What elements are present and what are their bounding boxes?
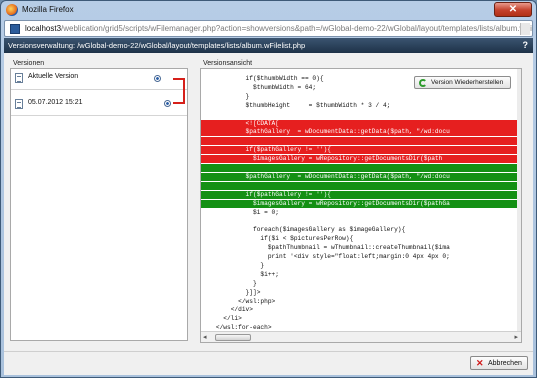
version-view-panel: if($thumbWidth == 0){ $thumbWidth = 64; … [200,68,522,343]
scroll-left-icon[interactable]: ◂ [203,333,207,341]
horizontal-scrollbar[interactable]: ◂ ▸ [201,331,521,342]
document-icon [15,73,23,83]
scroll-thumb[interactable] [215,334,251,341]
version-label: Aktuelle Version [28,73,79,80]
vertical-scrollbar[interactable] [517,69,521,331]
footer-divider [4,351,533,352]
code-line-ctx: $thumbHeight = $thumbWidth * 3 / 4; [201,101,391,109]
dialog-header: Versionsverwaltung: /wGlobal-demo-22/wGl… [4,38,533,53]
code-line-add: if($pathGallery != ''){ [201,190,519,199]
code-line-ctx [201,111,519,119]
code-line-add: $pathGallery = wDocumentData::getData($p… [201,172,519,181]
restore-icon [419,79,427,87]
close-button[interactable]: ✕ [494,2,532,17]
code-line-ctx: } [201,279,257,287]
version-view-label: Versionsansicht [203,60,253,67]
version-item-current[interactable]: Aktuelle Version [11,69,187,90]
code-line-del: if($pathGallery != ''){ [201,146,519,155]
code-line-ctx: </li> [201,315,242,323]
dialog-title: Versionsverwaltung: /wGlobal-demo-22/wGl… [8,41,306,50]
code-line-ctx: } [201,261,265,269]
code-line-del: <![CDATA[ [201,119,519,128]
versions-list: Aktuelle Version 05.07.2012 15:21 [10,68,188,341]
code-line-ctx: print '<div style="float:left;margin:0 4… [201,253,450,260]
code-line-ctx: $i = 0; [201,208,279,216]
cancel-label: Abbrechen [488,360,522,367]
version-compare-radio[interactable] [154,75,161,82]
code-line-add [201,181,519,190]
version-label: 05.07.2012 15:21 [28,99,83,106]
code-line-add: $imagesGallery = wRepository::getDocumen… [201,199,519,208]
url-host: localhost3 [25,24,62,33]
cancel-icon: ✕ [476,358,484,368]
code-line-ctx: foreach($imagesGallery as $imageGallery)… [201,226,406,234]
url-path: /weblication/grid5/scripts/wFilemanager.… [61,24,532,33]
code-line-ctx: }]]> [201,288,261,296]
window-title: Mozilla Firefox [22,5,74,14]
code-line-ctx: </wsl:php> [201,297,276,305]
code-line-ctx [201,217,519,225]
code-line-ctx: $i++; [201,270,279,278]
code-line-ctx: </div> [201,306,253,314]
cancel-button[interactable]: ✕ Abbrechen [470,356,528,370]
code-view: if($thumbWidth == 0){ $thumbWidth = 64; … [201,69,519,331]
title-bar: Mozilla Firefox ✕ [1,1,536,19]
site-icon [10,24,20,34]
code-line-del: $pathGallery = wDocumentData::getData($p… [201,128,519,137]
code-line-add [201,164,519,172]
url-bar[interactable]: localhost3/weblication/grid5/scripts/wFi… [4,20,533,37]
url-scroll-edge [520,23,530,35]
version-compare-connector [173,78,185,104]
scroll-right-icon[interactable]: ▸ [514,333,518,341]
dialog-content: Versionsverwaltung: /wGlobal-demo-22/wGl… [4,38,533,375]
url-text: localhost3/weblication/grid5/scripts/wFi… [25,24,532,33]
code-line-ctx: </wsl:for-each> [201,324,272,331]
code-line-ctx: if($i < $picturesPerRow){ [201,235,354,243]
firefox-icon [6,4,18,16]
code-line-ctx: } [201,92,250,100]
restore-label: Version Wiederherstellen [431,79,504,86]
code-line-ctx: $pathThumbnail = wThumbnail::createThumb… [201,244,450,252]
version-compare-radio[interactable] [164,100,171,107]
restore-version-button[interactable]: Version Wiederherstellen [414,76,511,89]
code-line-del [201,137,519,146]
help-icon[interactable]: ? [523,40,529,50]
browser-window: Mozilla Firefox ✕ localhost3/weblication… [0,0,537,378]
document-icon [15,99,23,109]
versions-label: Versionen [13,60,45,67]
code-line-del: $imagesGallery = wRepository::getDocumen… [201,155,519,164]
version-item-old[interactable]: 05.07.2012 15:21 [11,95,187,116]
